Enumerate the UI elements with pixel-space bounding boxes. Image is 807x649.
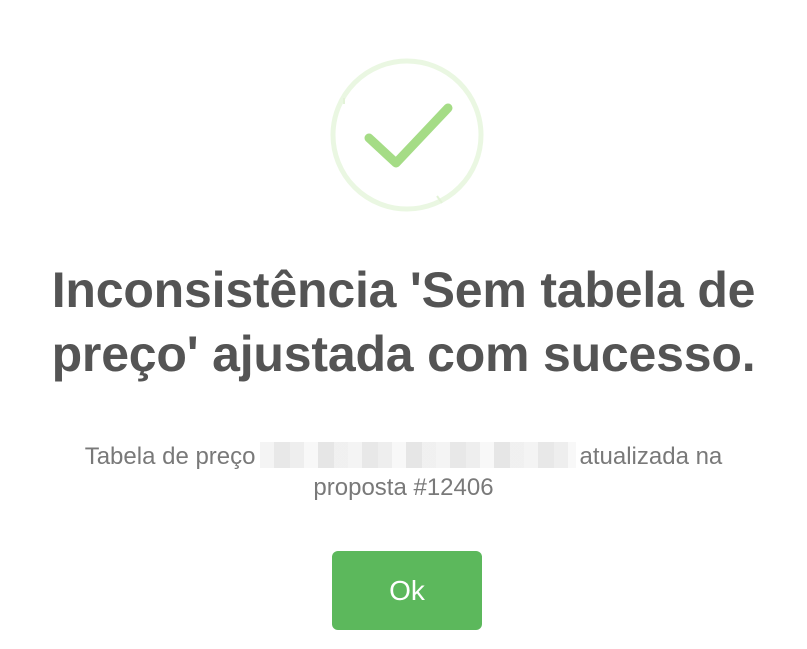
message-prefix: Tabela de preço [84, 443, 256, 470]
success-dialog: Inconsistência 'Sem tabela de preço' aju… [0, 0, 807, 649]
success-check-icon [330, 58, 484, 212]
redacted-table-name [259, 442, 576, 468]
dialog-message: Tabela de preço atualizada na proposta #1… [40, 441, 767, 503]
dialog-title: Inconsistência 'Sem tabela de preço' aju… [51, 262, 756, 382]
ok-button[interactable]: Ok [332, 551, 482, 630]
